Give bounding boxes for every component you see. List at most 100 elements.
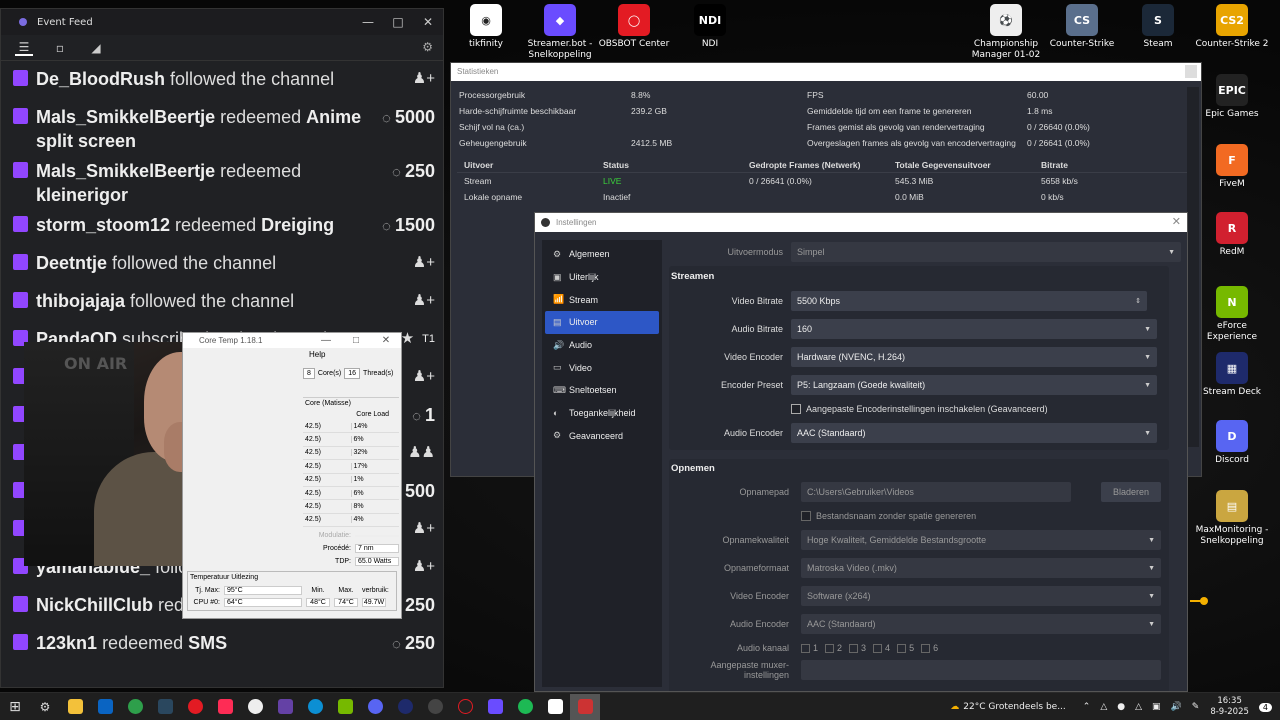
- close-button[interactable]: ✕: [413, 15, 443, 29]
- event-row[interactable]: 123kn1 redeemed SMS ◌ 250: [13, 625, 435, 663]
- custom-encoder-checkbox[interactable]: Aangepaste Encoderinstellingen inschakel…: [791, 404, 1048, 414]
- desktop-icon[interactable]: NDI NDI: [672, 4, 748, 50]
- chat-icon[interactable]: ▫: [51, 41, 69, 55]
- desktop-icon[interactable]: D Discord: [1194, 420, 1270, 466]
- audio-track-checkbox[interactable]: 3: [849, 643, 866, 653]
- coretemp-icon[interactable]: [570, 693, 600, 720]
- pen-icon[interactable]: ✎: [1192, 702, 1200, 712]
- twitch-icon[interactable]: [270, 694, 300, 720]
- event-row[interactable]: thibojajaja followed the channel ♟+: [13, 283, 435, 321]
- volume-icon[interactable]: 🔊: [1171, 702, 1182, 712]
- desktop-icon[interactable]: NeForce Experience: [1194, 286, 1270, 343]
- desktop-icon[interactable]: EPIC Epic Games: [1194, 74, 1270, 120]
- spinner-icon[interactable]: ⇕: [1135, 297, 1141, 305]
- minimize-button[interactable]: —: [353, 15, 383, 29]
- checkbox-box[interactable]: [825, 643, 835, 653]
- usb-icon[interactable]: △: [1100, 702, 1107, 712]
- close-button[interactable]: [1185, 65, 1197, 78]
- nav-item-algemeen[interactable]: ⚙ Algemeen: [545, 243, 659, 266]
- event-row[interactable]: Mals_SmikkelBeertje redeemed kleinerigor…: [13, 153, 435, 207]
- encoder-preset-select[interactable]: P5: Langzaam (Goede kwaliteit) ▼: [791, 375, 1157, 395]
- menu-help[interactable]: Help: [309, 350, 325, 359]
- nav-item-sneltoetsen[interactable]: ⌨ Sneltoetsen: [545, 379, 659, 402]
- video-bitrate-input[interactable]: 5500 Kbps ⇕: [791, 291, 1147, 311]
- steam-icon[interactable]: [150, 694, 180, 720]
- output-mode-select[interactable]: Simpel ▼: [791, 242, 1181, 262]
- nav-item-stream[interactable]: 📶 Stream: [545, 288, 659, 311]
- outlook-icon[interactable]: [90, 694, 120, 720]
- clock[interactable]: 16:35 8-9-2025: [1210, 696, 1249, 718]
- game-icon[interactable]: [540, 694, 570, 720]
- nav-item-video[interactable]: ▭ Video: [545, 356, 659, 379]
- desktop-icon[interactable]: ▦ Stream Deck: [1194, 352, 1270, 398]
- desktop-icon[interactable]: R RedM: [1194, 212, 1270, 258]
- list-icon[interactable]: ☰: [15, 40, 33, 56]
- windows-start-icon[interactable]: ⊞: [0, 694, 30, 720]
- desktop-icon[interactable]: ◆ Streamer.bot - Snelkoppeling: [522, 4, 598, 61]
- checkbox-box[interactable]: [873, 643, 883, 653]
- desktop-icon[interactable]: F FiveM: [1194, 144, 1270, 190]
- tikfinity-icon[interactable]: [240, 694, 270, 720]
- video-encoder-select[interactable]: Hardware (NVENC, H.264) ▼: [791, 347, 1157, 367]
- desktop-icon[interactable]: ⚽ Championship Manager 01-02: [968, 4, 1044, 61]
- obs-icon[interactable]: [420, 694, 450, 720]
- settings-app-icon[interactable]: ⚙: [30, 694, 60, 720]
- desktop-icon[interactable]: ◉ tikfinity: [448, 4, 524, 50]
- rec-quality-select[interactable]: Hoge Kwaliteit, Gemiddelde Bestandsgroot…: [801, 530, 1161, 550]
- no-space-checkbox[interactable]: Bestandsnaam zonder spatie genereren: [801, 511, 976, 521]
- nav-item-uiterlijk[interactable]: ▣ Uiterlijk: [545, 266, 659, 289]
- rec-video-encoder-select[interactable]: Software (x264) ▼: [801, 586, 1161, 606]
- nav-item-toegankelijkheid[interactable]: ◐ Toegankelijkheid: [545, 402, 659, 425]
- nvidia-icon[interactable]: [330, 694, 360, 720]
- close-button[interactable]: ✕: [371, 335, 401, 346]
- streamerbot-icon[interactable]: [480, 694, 510, 720]
- desktop-icon[interactable]: ◯ OBSBOT Center: [596, 4, 672, 50]
- audio-track-checkbox[interactable]: 2: [825, 643, 842, 653]
- nav-item-geavanceerd[interactable]: ⚙ Geavanceerd: [545, 425, 659, 448]
- muxer-input[interactable]: [801, 660, 1161, 680]
- audio-bitrate-select[interactable]: 160 ▼: [791, 319, 1157, 339]
- chrome-icon[interactable]: [120, 694, 150, 720]
- checkbox-box[interactable]: [801, 643, 810, 653]
- gear-icon[interactable]: ⚙: [422, 40, 433, 54]
- browse-button[interactable]: Bladeren: [1101, 482, 1161, 502]
- checkbox-box[interactable]: [849, 643, 859, 653]
- kick-icon[interactable]: ◢: [87, 41, 105, 55]
- checkbox-box[interactable]: [921, 643, 931, 653]
- audio-track-checkbox[interactable]: 1: [801, 643, 818, 653]
- checkbox-box[interactable]: [897, 643, 907, 653]
- desktop-icon[interactable]: S Steam: [1120, 4, 1196, 50]
- event-row[interactable]: Deetntje followed the channel ♟+: [13, 245, 435, 283]
- audio-encoder-select[interactable]: AAC (Standaard) ▼: [791, 423, 1157, 443]
- tiktok-icon[interactable]: [210, 694, 240, 720]
- obs-studio-icon[interactable]: [450, 694, 480, 720]
- event-row[interactable]: storm_stoom12 redeemed Dreiging ◌ 1500: [13, 207, 435, 245]
- edge-icon[interactable]: [300, 694, 330, 720]
- scrollbar[interactable]: [1187, 87, 1199, 447]
- mic-icon[interactable]: ●: [1117, 702, 1125, 712]
- file-explorer-icon[interactable]: [60, 694, 90, 720]
- close-button[interactable]: ✕: [1172, 215, 1181, 228]
- rec-path-input[interactable]: C:\Users\Gebruiker\Videos: [801, 482, 1071, 502]
- minimize-button[interactable]: —: [311, 335, 341, 346]
- rec-audio-encoder-select[interactable]: AAC (Standaard) ▼: [801, 614, 1161, 634]
- audio-track-checkbox[interactable]: 6: [921, 643, 938, 653]
- chevron-up-icon[interactable]: ⌃: [1083, 702, 1091, 712]
- spotify-icon[interactable]: [510, 694, 540, 720]
- event-row[interactable]: De_BloodRush followed the channel ♟+: [13, 61, 435, 99]
- nav-item-uitvoer[interactable]: ▤ Uitvoer: [545, 311, 659, 334]
- maximize-button[interactable]: □: [341, 335, 371, 346]
- obsbot-icon[interactable]: [180, 694, 210, 720]
- weather-text[interactable]: 22°C Grotendeels be...: [963, 702, 1066, 712]
- language-icon[interactable]: △: [1135, 702, 1142, 712]
- event-row[interactable]: Mals_SmikkelBeertje redeemed Anime split…: [13, 99, 435, 153]
- discord-icon[interactable]: [360, 694, 390, 720]
- rec-format-select[interactable]: Matroska Video (.mkv) ▼: [801, 558, 1161, 578]
- notification-badge[interactable]: 4: [1258, 702, 1272, 712]
- desktop-icon[interactable]: ▤ MaxMonitoring - Snelkoppeling: [1194, 490, 1270, 547]
- network-icon[interactable]: ▣: [1152, 702, 1161, 712]
- audio-track-checkbox[interactable]: 5: [897, 643, 914, 653]
- maximize-button[interactable]: □: [383, 15, 413, 29]
- audio-track-checkbox[interactable]: 4: [873, 643, 890, 653]
- checkbox-box[interactable]: [801, 511, 811, 521]
